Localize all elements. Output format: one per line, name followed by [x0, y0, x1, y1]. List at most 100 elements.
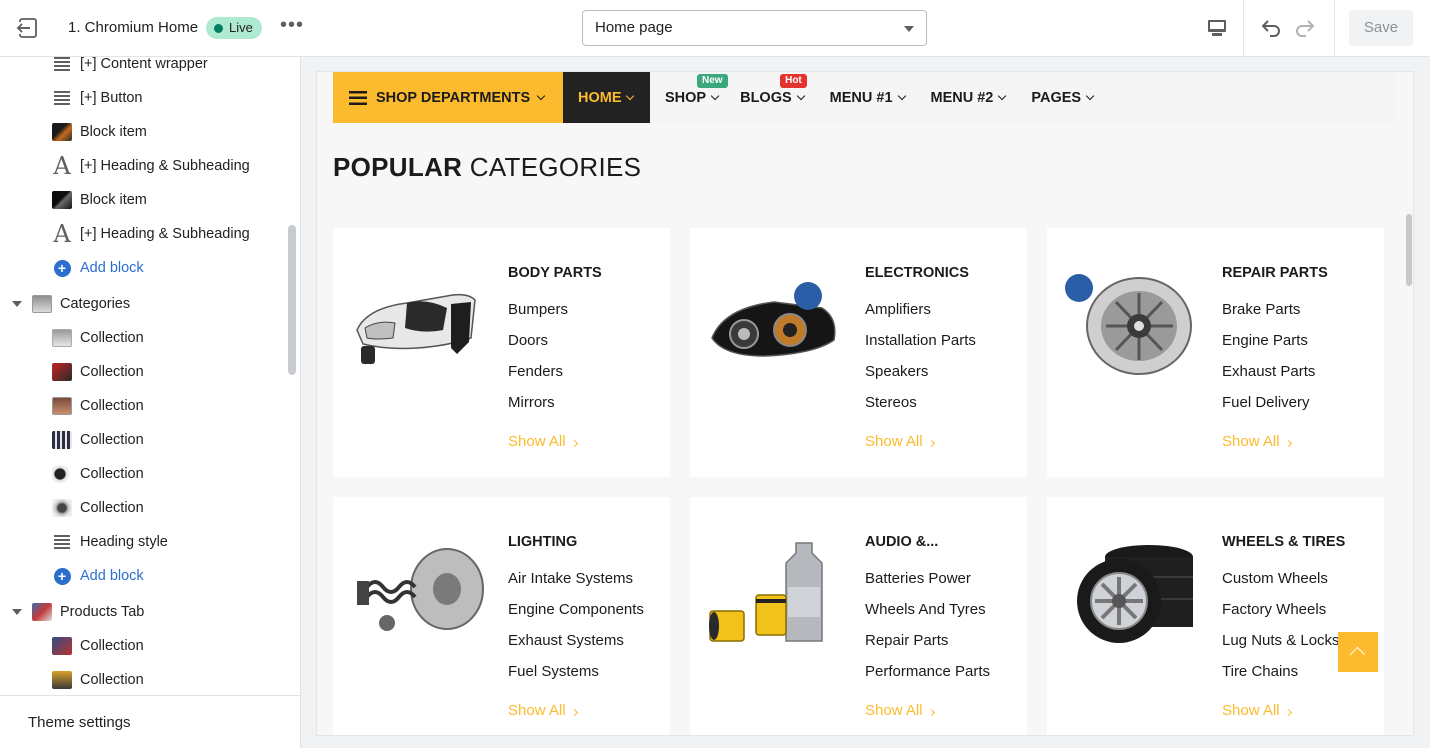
show-all-link[interactable]: Show All: [1222, 433, 1292, 450]
sidebar-section-categories[interactable]: Categories: [0, 287, 286, 321]
exit-icon[interactable]: [14, 14, 42, 42]
show-all-link[interactable]: Show All: [1222, 702, 1292, 719]
category-link[interactable]: Mirrors: [508, 394, 555, 411]
category-link[interactable]: Engine Components: [508, 601, 644, 618]
category-link[interactable]: Lug Nuts & Locks: [1222, 632, 1340, 649]
collapse-arrow-icon[interactable]: [12, 301, 22, 307]
more-actions-button[interactable]: •••: [280, 15, 304, 40]
nav-blogs-label: BLOGS: [740, 89, 792, 106]
chevron-down-icon: [625, 91, 634, 100]
sidebar-item-block-item[interactable]: Block item: [0, 183, 286, 217]
category-title[interactable]: WHEELS & TIRES: [1222, 534, 1345, 550]
nav-menu-2[interactable]: MENU #2: [931, 72, 1007, 123]
sidebar-item-heading[interactable]: A [+] Heading & Subheading: [0, 149, 286, 183]
category-title[interactable]: ELECTRONICS: [865, 265, 969, 281]
theme-settings-button[interactable]: Theme settings: [0, 695, 300, 748]
category-link[interactable]: Factory Wheels: [1222, 601, 1326, 618]
sidebar-item-collection[interactable]: Collection: [0, 389, 286, 423]
chevron-down-icon: [536, 91, 546, 100]
add-block-button[interactable]: + Add block: [0, 251, 286, 285]
category-link[interactable]: Installation Parts: [865, 332, 976, 349]
category-link[interactable]: Fenders: [508, 363, 563, 380]
save-button[interactable]: Save: [1349, 10, 1413, 46]
oil-filter-image[interactable]: [704, 537, 844, 647]
sidebar-section-label: Categories: [60, 296, 131, 312]
category-link[interactable]: Fuel Delivery: [1222, 394, 1310, 411]
category-link[interactable]: Wheels And Tyres: [865, 601, 986, 618]
brake-shock-image[interactable]: [347, 537, 487, 647]
show-all-link[interactable]: Show All: [508, 702, 578, 719]
category-link[interactable]: Stereos: [865, 394, 917, 411]
category-link[interactable]: Brake Parts: [1222, 301, 1300, 318]
body-parts-image[interactable]: [347, 268, 487, 378]
redo-icon[interactable]: [1293, 15, 1319, 41]
category-title[interactable]: AUDIO &...: [865, 534, 938, 550]
category-link[interactable]: Speakers: [865, 363, 928, 380]
show-all-link[interactable]: Show All: [865, 433, 935, 450]
sidebar-item-collection[interactable]: Collection: [0, 423, 286, 457]
back-to-top-button[interactable]: [1338, 632, 1378, 672]
show-all-link[interactable]: Show All: [865, 702, 935, 719]
category-link[interactable]: Fuel Systems: [508, 663, 599, 680]
category-link[interactable]: Exhaust Parts: [1222, 363, 1315, 380]
category-link[interactable]: Batteries Power: [865, 570, 971, 587]
sidebar-item-collection[interactable]: Collection: [0, 663, 286, 695]
sidebar-scrollbar[interactable]: [288, 225, 296, 375]
category-link[interactable]: Custom Wheels: [1222, 570, 1328, 587]
sidebar-item-collection[interactable]: Collection: [0, 629, 286, 663]
desktop-view-icon[interactable]: [1205, 16, 1229, 40]
show-all-label: Show All: [865, 433, 923, 450]
category-title[interactable]: BODY PARTS: [508, 265, 602, 281]
page-selector[interactable]: Home page: [582, 10, 927, 46]
category-link[interactable]: Exhaust Systems: [508, 632, 624, 649]
show-all-link[interactable]: Show All: [508, 433, 578, 450]
nav-home[interactable]: HOME: [563, 72, 650, 123]
topbar-divider: [1243, 0, 1244, 57]
category-link[interactable]: Repair Parts: [865, 632, 948, 649]
hamburger-icon: [349, 90, 367, 105]
category-title[interactable]: REPAIR PARTS: [1222, 265, 1328, 281]
preview-scrollbar[interactable]: [1406, 214, 1412, 286]
heading-a-icon: A: [53, 220, 71, 248]
undo-icon[interactable]: [1257, 15, 1283, 41]
category-title[interactable]: LIGHTING: [508, 534, 577, 550]
image-thumbnail-icon: [52, 670, 72, 690]
shop-departments-menu[interactable]: SHOP DEPARTMENTS: [333, 72, 563, 123]
collapse-arrow-icon[interactable]: [12, 609, 22, 615]
sidebar-item-label: [+] Heading & Subheading: [80, 158, 250, 174]
nav-menu-1[interactable]: MENU #1: [830, 72, 906, 123]
headlight-image[interactable]: [704, 268, 844, 378]
sidebar-item-collection[interactable]: Collection: [0, 491, 286, 525]
sidebar-item-collection[interactable]: Collection: [0, 321, 286, 355]
image-thumbnail-icon: [52, 122, 72, 142]
sidebar-item-content-wrapper[interactable]: [+] Content wrapper: [0, 57, 286, 81]
nav-pages[interactable]: PAGES: [1031, 72, 1095, 123]
sidebar-item-heading[interactable]: A [+] Heading & Subheading: [0, 217, 286, 251]
sidebar-item-heading-style[interactable]: Heading style: [0, 525, 286, 559]
sidebar-item-label: Collection: [80, 364, 144, 380]
plus-circle-icon: +: [52, 258, 72, 278]
sidebar-section-products-tab[interactable]: Products Tab: [0, 595, 286, 629]
category-link[interactable]: Engine Parts: [1222, 332, 1308, 349]
sidebar-item-block-item[interactable]: Block item: [0, 115, 286, 149]
category-link[interactable]: Doors: [508, 332, 548, 349]
section-heading-rest: CATEGORIES: [469, 152, 642, 182]
category-link[interactable]: Tire Chains: [1222, 663, 1298, 680]
sidebar-item-label: Collection: [80, 432, 144, 448]
tire-stack-image[interactable]: [1061, 537, 1201, 647]
category-link[interactable]: Bumpers: [508, 301, 568, 318]
nav-blogs[interactable]: Hot BLOGS: [740, 72, 807, 123]
sidebar-item-collection[interactable]: Collection: [0, 355, 286, 389]
sidebar-item-collection[interactable]: Collection: [0, 457, 286, 491]
category-link[interactable]: Amplifiers: [865, 301, 931, 318]
category-link[interactable]: Performance Parts: [865, 663, 990, 680]
nav-home-label: HOME: [578, 89, 622, 106]
store-main-nav: SHOP DEPARTMENTS HOME New SHOP Hot BLOGS…: [333, 72, 1398, 123]
category-link[interactable]: Air Intake Systems: [508, 570, 633, 587]
nav-shop[interactable]: New SHOP: [665, 72, 728, 123]
caret-down-icon: [904, 26, 914, 32]
alternator-image[interactable]: [1061, 268, 1201, 378]
sidebar-item-label: Collection: [80, 672, 144, 688]
add-block-button[interactable]: + Add block: [0, 559, 286, 593]
sidebar-item-button[interactable]: [+] Button: [0, 81, 286, 115]
